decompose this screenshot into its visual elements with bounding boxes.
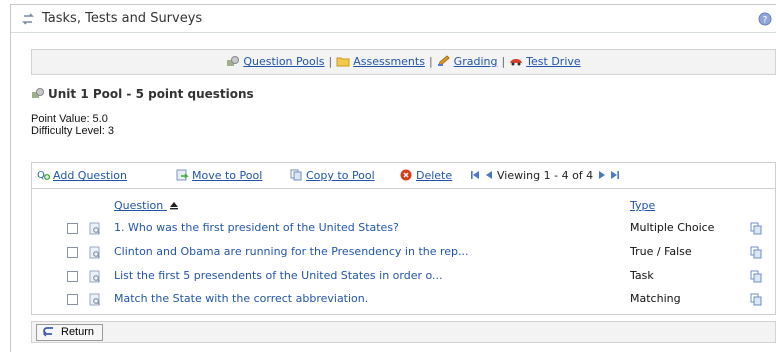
move-icon [176,169,189,181]
copy-icon[interactable] [750,222,762,235]
copy-icon[interactable] [750,293,762,306]
copy-icon [290,169,302,181]
nav-grading[interactable]: Grading [454,55,498,68]
nav-separator: | [328,55,333,68]
column-header-type[interactable]: Type [630,199,655,212]
question-icon [89,222,101,235]
question-type: Multiple Choice [630,221,715,234]
question-type: Matching [630,292,681,305]
question-pools-icon [227,56,240,66]
question-list: Q Add Question Move to Pool Copy to Pool… [31,162,776,315]
question-link[interactable]: Match the State with the correct abbrevi… [114,292,368,305]
row-checkbox[interactable] [67,271,78,282]
svg-text:Q: Q [37,170,45,181]
column-header-question[interactable]: Question [114,199,179,212]
nav-assessments[interactable]: Assessments [353,55,425,68]
add-question-button[interactable]: Q Add Question [37,169,127,182]
table-row: 1. Who was the first president of the Un… [32,220,775,240]
viewing-count: Viewing 1 - 4 of 4 [497,169,594,182]
nav-separator: | [428,55,433,68]
row-checkbox[interactable] [67,223,78,234]
pool-title: Unit 1 Pool - 5 point questions [31,87,254,101]
footer-bar: Return [31,321,776,343]
question-link[interactable]: List the first 5 presendents of the Unit… [114,269,443,282]
page-title: Tasks, Tests and Surveys [42,11,203,26]
pagination: Viewing 1 - 4 of 4 [470,169,620,182]
first-page-icon[interactable] [470,169,480,181]
nav-test-drive[interactable]: Test Drive [526,55,580,68]
sort-ascending-icon [169,202,178,210]
return-button[interactable]: Return [36,324,104,341]
arrows-icon [22,13,34,25]
pencil-icon [437,55,450,66]
question-type: Task [630,269,654,282]
row-checkbox[interactable] [67,294,78,305]
table-row: Clinton and Obama are running for the Pr… [32,244,775,264]
difficulty-level: Difficulty Level: 3 [31,125,114,137]
table-row: List the first 5 presendents of the Unit… [32,268,775,288]
question-link[interactable]: 1. Who was the first president of the Un… [114,221,399,234]
delete-icon [400,169,412,181]
help-icon[interactable]: ? [758,12,772,26]
copy-to-pool-button[interactable]: Copy to Pool [290,169,375,182]
copy-icon[interactable] [750,270,762,283]
folder-icon [336,57,350,67]
return-icon [43,327,53,337]
svg-text:?: ? [763,16,768,26]
question-icon [89,270,101,283]
copy-icon[interactable] [750,246,762,259]
row-checkbox[interactable] [67,247,78,258]
list-toolbar: Q Add Question Move to Pool Copy to Pool… [32,163,775,189]
prev-page-icon[interactable] [484,169,494,181]
table-row: Match the State with the correct abbrevi… [32,291,775,311]
tool-frame: Tasks, Tests and Surveys ? Question Pool… [10,4,776,352]
next-page-icon[interactable] [597,169,607,181]
nav-bar: Question Pools | Assessments | Grading | Te… [31,49,776,75]
question-link[interactable]: Clinton and Obama are running for the Pr… [114,245,469,258]
car-icon [510,59,523,66]
move-to-pool-button[interactable]: Move to Pool [176,169,262,182]
question-type: True / False [630,245,692,258]
delete-button[interactable]: Delete [400,169,452,182]
point-value: Point Value: 5.0 [31,113,108,125]
nav-question-pools[interactable]: Question Pools [243,55,324,68]
add-icon: Q [37,170,50,181]
last-page-icon[interactable] [610,169,620,181]
question-pools-icon [32,88,44,98]
title-bar: Tasks, Tests and Surveys ? [11,5,776,33]
nav-separator: | [501,55,506,68]
question-icon [89,293,101,306]
question-icon [89,246,101,259]
pool-title-text: Unit 1 Pool - 5 point questions [48,87,254,101]
